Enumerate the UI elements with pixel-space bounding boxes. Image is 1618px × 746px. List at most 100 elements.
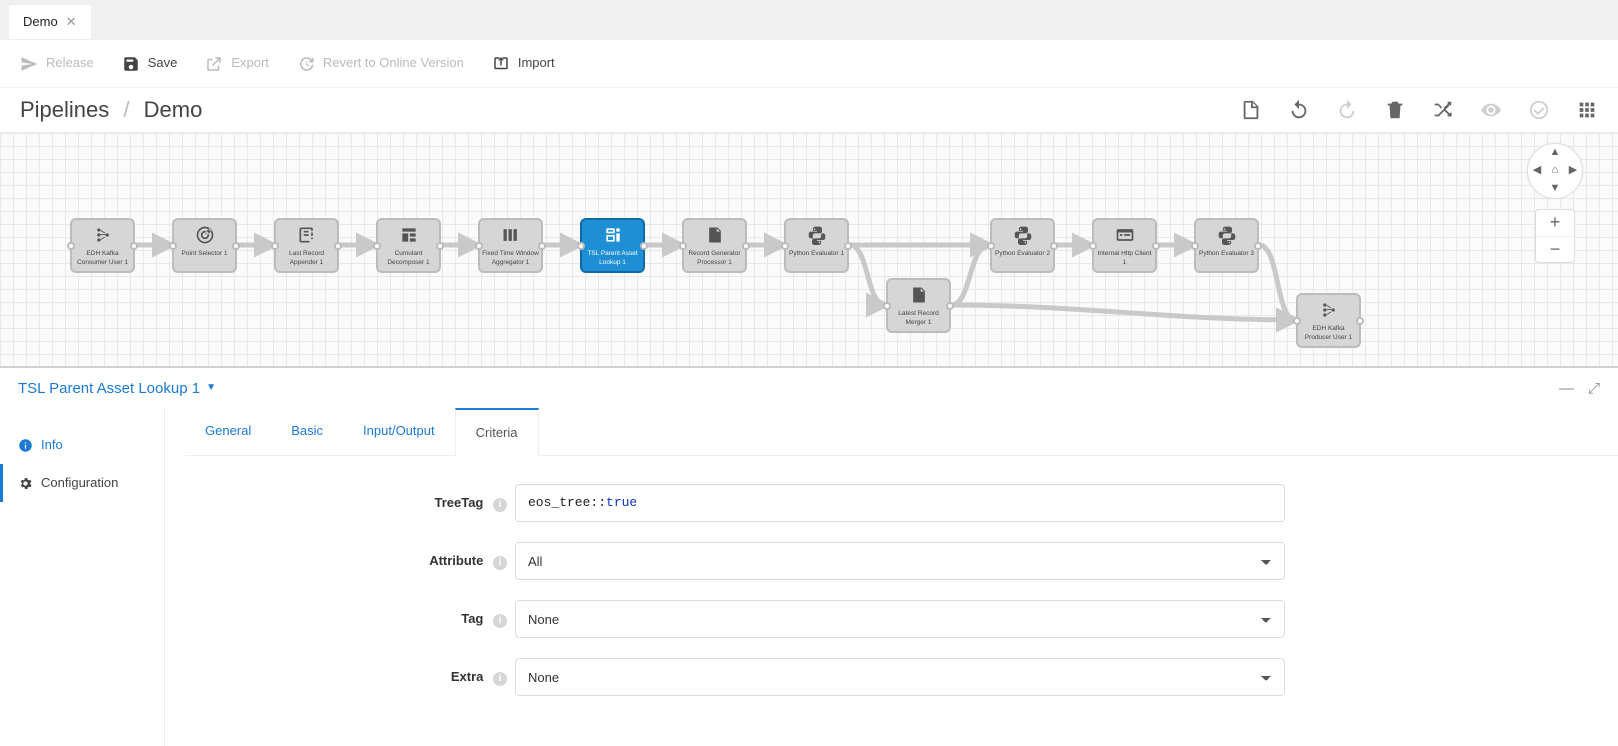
info-icon (18, 438, 33, 453)
redo-icon (1336, 99, 1358, 121)
output-port[interactable] (1050, 242, 1058, 250)
pan-left-icon[interactable]: ◀ (1533, 163, 1541, 178)
revert-button: Revert to Online Version (297, 54, 464, 72)
panel-title-dropdown[interactable]: TSL Parent Asset Lookup 1 ▼ (18, 378, 216, 399)
save-button[interactable]: Save (122, 54, 178, 72)
tab-strip: Demo ✕ (0, 0, 1618, 40)
input-port[interactable] (67, 242, 75, 250)
tab-general[interactable]: General (185, 408, 271, 455)
pipeline-node[interactable]: Python Evaluator 3 (1194, 218, 1259, 273)
output-port[interactable] (1152, 242, 1160, 250)
hint-icon[interactable]: i (493, 672, 507, 686)
treetag-label: TreeTag i (185, 494, 515, 512)
extra-select[interactable]: None (515, 658, 1285, 696)
tab-basic[interactable]: Basic (271, 408, 343, 455)
pan-up-icon[interactable]: ▲ (1550, 145, 1561, 160)
pipeline-node[interactable]: Latest Record Merger 1 (886, 278, 951, 333)
input-port[interactable] (373, 242, 381, 250)
tab-criteria[interactable]: Criteria (455, 408, 539, 456)
pipeline-node[interactable]: Last Record Appender 1 (274, 218, 339, 273)
pipeline-canvas[interactable]: EDH Kafka Consumer User 1 Point Selector … (0, 133, 1618, 368)
shuffle-icon[interactable] (1432, 99, 1454, 121)
output-port[interactable] (538, 242, 546, 250)
merge-icon (908, 284, 930, 306)
import-button[interactable]: Import (492, 54, 555, 72)
close-icon[interactable]: ✕ (66, 15, 77, 28)
import-label: Import (518, 54, 555, 72)
save-icon (122, 55, 140, 73)
config-subtabs: General Basic Input/Output Criteria (185, 408, 1618, 456)
input-port[interactable] (987, 242, 995, 250)
output-port[interactable] (334, 242, 342, 250)
output-port[interactable] (232, 242, 240, 250)
pan-down-icon[interactable]: ▼ (1550, 181, 1561, 196)
output-port[interactable] (436, 242, 444, 250)
tag-select[interactable]: None (515, 600, 1285, 638)
sidebar-item-info[interactable]: Info (0, 426, 164, 464)
file-icon[interactable] (1240, 99, 1262, 121)
kafka-icon (92, 224, 114, 246)
revert-label: Revert to Online Version (323, 54, 464, 72)
pipeline-node[interactable]: Fixed Time Window Aggregator 1 (478, 218, 543, 273)
pipeline-node[interactable]: Record Generator Processor 1 (682, 218, 747, 273)
kafka-icon (1318, 299, 1340, 321)
hint-icon[interactable]: i (493, 614, 507, 628)
input-port[interactable] (577, 242, 585, 250)
tab-demo[interactable]: Demo ✕ (8, 4, 92, 39)
input-port[interactable] (679, 242, 687, 250)
pipeline-node[interactable]: Python Evaluator 2 (990, 218, 1055, 273)
sidebar-item-label: Info (41, 436, 63, 454)
input-port[interactable] (1089, 242, 1097, 250)
output-port[interactable] (844, 242, 852, 250)
pipeline-node[interactable]: Internal Http Client 1 (1092, 218, 1157, 273)
node-label: Cumulant Decomposer 1 (380, 249, 437, 267)
pan-home-icon[interactable]: ⌂ (1552, 163, 1559, 178)
treetag-value-prefix: eos_tree:: (528, 494, 606, 512)
input-port[interactable] (271, 242, 279, 250)
input-port[interactable] (169, 242, 177, 250)
output-port[interactable] (946, 302, 954, 310)
zoom-out-button[interactable]: − (1536, 236, 1574, 262)
breadcrumb-root[interactable]: Pipelines (20, 97, 109, 122)
pipeline-node[interactable]: Point Selector 1 (172, 218, 237, 273)
input-port[interactable] (475, 242, 483, 250)
hint-icon[interactable]: i (493, 556, 507, 570)
check-circle-icon (1528, 99, 1550, 121)
input-port[interactable] (883, 302, 891, 310)
node-label: Python Evaluator 3 (1199, 249, 1254, 258)
input-port[interactable] (1191, 242, 1199, 250)
extra-label: Extra i (185, 668, 515, 686)
panel-expand-button[interactable]: ⤢ (1588, 378, 1600, 399)
pipeline-node[interactable]: EDH Kafka Consumer User 1 (70, 218, 135, 273)
zoom-control[interactable]: + − (1535, 209, 1575, 263)
pipeline-node[interactable]: EDH Kafka Producer User 1 (1296, 293, 1361, 348)
input-port[interactable] (781, 242, 789, 250)
pan-right-icon[interactable]: ▶ (1569, 163, 1577, 178)
output-port[interactable] (742, 242, 750, 250)
pipeline-node[interactable]: Cumulant Decomposer 1 (376, 218, 441, 273)
input-port[interactable] (1293, 317, 1301, 325)
panel-title: TSL Parent Asset Lookup 1 (18, 378, 200, 399)
treetag-input[interactable]: eos_tree::true (515, 484, 1285, 522)
node-config-panel: TSL Parent Asset Lookup 1 ▼ — ⤢ Info Con… (0, 368, 1618, 746)
hint-icon[interactable]: i (493, 498, 507, 512)
output-port[interactable] (130, 242, 138, 250)
pipeline-node[interactable]: TSL Parent Asset Lookup 1 (580, 218, 645, 273)
python-icon (1216, 224, 1238, 246)
output-port[interactable] (1356, 317, 1364, 325)
breadcrumb: Pipelines / Demo (20, 95, 202, 126)
panel-main: General Basic Input/Output Criteria Tree… (165, 408, 1618, 746)
pan-control[interactable]: ▲ ◀ ⌂ ▶ ▼ (1527, 143, 1583, 199)
output-port[interactable] (640, 242, 648, 250)
tab-input-output[interactable]: Input/Output (343, 408, 455, 455)
panel-minimize-button[interactable]: — (1559, 378, 1574, 399)
zoom-in-button[interactable]: + (1536, 210, 1574, 236)
output-port[interactable] (1254, 242, 1262, 250)
apps-grid-icon[interactable] (1576, 99, 1598, 121)
trash-icon[interactable] (1384, 99, 1406, 121)
sidebar-item-configuration[interactable]: Configuration (0, 464, 164, 502)
pipeline-node[interactable]: Python Evaluator 1 (784, 218, 849, 273)
attribute-select[interactable]: All (515, 542, 1285, 580)
undo-icon[interactable] (1288, 99, 1310, 121)
export-button: Export (205, 54, 269, 72)
